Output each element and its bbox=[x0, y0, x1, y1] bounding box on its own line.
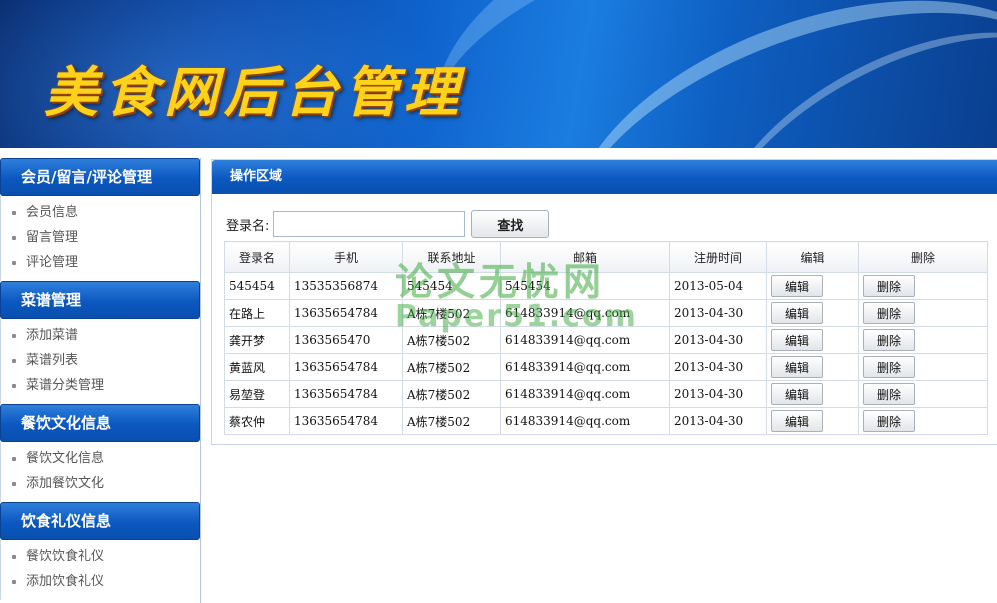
sidebar-item-add-recipe[interactable]: 添加菜谱 bbox=[1, 323, 200, 348]
cell-phone: 13635654784 bbox=[289, 380, 403, 408]
cell-email: 614833914@qq.com bbox=[500, 299, 670, 327]
edit-button[interactable]: 编辑 bbox=[771, 356, 823, 378]
sidebar-group-recipes: 菜谱管理 添加菜谱 菜谱列表 菜谱分类管理 bbox=[0, 281, 200, 404]
cell-phone: 13535356874 bbox=[289, 272, 403, 300]
cell-address: 545454 bbox=[402, 272, 501, 300]
column-header: 删除 bbox=[858, 241, 988, 273]
sidebar-item-etiquette[interactable]: 餐饮饮食礼仪 bbox=[1, 544, 200, 569]
table-body: 545454 13535356874 545454 545454 2013-05-04 编… bbox=[224, 272, 988, 435]
edit-button[interactable]: 编辑 bbox=[771, 275, 823, 297]
header-banner: 美食网后台管理 bbox=[0, 0, 997, 148]
delete-button[interactable]: 删除 bbox=[863, 329, 915, 351]
column-header: 手机 bbox=[289, 241, 403, 273]
sidebar-item-recipe-categories[interactable]: 菜谱分类管理 bbox=[1, 373, 200, 398]
sidebar-item-add-etiquette[interactable]: 添加饮食礼仪 bbox=[1, 569, 200, 594]
cell-login-name: 黄蓝风 bbox=[224, 353, 290, 381]
table-row: 龚开梦 1363565470 A栋7楼502 614833914@qq.com 2013… bbox=[224, 326, 988, 354]
search-button[interactable]: 查找 bbox=[471, 210, 550, 238]
sidebar: 会员/留言/评论管理 会员信息 留言管理 评论管理 菜谱管理 添加菜谱 菜谱列表… bbox=[0, 158, 201, 603]
cell-edit: 编辑 bbox=[766, 380, 859, 408]
sidebar-group-title[interactable]: 会员/留言/评论管理 bbox=[0, 158, 200, 196]
panel-title: 操作区域 bbox=[212, 160, 997, 194]
cell-address: A栋7楼502 bbox=[402, 326, 501, 354]
cell-phone: 1363565470 bbox=[289, 326, 403, 354]
cell-login-name: 545454 bbox=[224, 272, 290, 300]
cell-login-name: 龚开梦 bbox=[224, 326, 290, 354]
sidebar-item-recipe-list[interactable]: 菜谱列表 bbox=[1, 348, 200, 373]
delete-button[interactable]: 删除 bbox=[863, 302, 915, 324]
sidebar-item-comments[interactable]: 评论管理 bbox=[1, 250, 200, 275]
sidebar-item-add-food-culture[interactable]: 添加餐饮文化 bbox=[1, 471, 200, 496]
cell-edit: 编辑 bbox=[766, 299, 859, 327]
cell-login-name: 蔡农仲 bbox=[224, 407, 290, 435]
table-row: 易堃登 13635654784 A栋7楼502 614833914@qq.com 201… bbox=[224, 380, 988, 408]
delete-button[interactable]: 删除 bbox=[863, 356, 915, 378]
cell-delete: 删除 bbox=[858, 407, 988, 435]
edit-button[interactable]: 编辑 bbox=[771, 302, 823, 324]
cell-edit: 编辑 bbox=[766, 407, 859, 435]
cell-edit: 编辑 bbox=[766, 326, 859, 354]
delete-button[interactable]: 删除 bbox=[863, 275, 915, 297]
cell-delete: 删除 bbox=[858, 326, 988, 354]
table-header-row: 登录名 手机 联系地址 邮箱 注册时间 编辑 删除 bbox=[224, 241, 988, 273]
cell-phone: 13635654784 bbox=[289, 407, 403, 435]
search-input[interactable] bbox=[273, 211, 466, 237]
cell-edit: 编辑 bbox=[766, 353, 859, 381]
table-row: 545454 13535356874 545454 545454 2013-05-04 编… bbox=[224, 272, 988, 300]
column-header: 联系地址 bbox=[402, 241, 501, 273]
cell-register-date: 2013-04-30 bbox=[669, 353, 767, 381]
sidebar-item-food-culture[interactable]: 餐饮文化信息 bbox=[1, 446, 200, 471]
sidebar-item-messages[interactable]: 留言管理 bbox=[1, 225, 200, 250]
search-bar: 登录名: 查找 bbox=[226, 209, 550, 239]
cell-delete: 删除 bbox=[858, 299, 988, 327]
edit-button[interactable]: 编辑 bbox=[771, 410, 823, 432]
sidebar-group-title[interactable]: 饮食礼仪信息 bbox=[0, 502, 200, 540]
cell-email: 614833914@qq.com bbox=[500, 380, 670, 408]
column-header: 注册时间 bbox=[669, 241, 767, 273]
cell-delete: 删除 bbox=[858, 353, 988, 381]
cell-register-date: 2013-04-30 bbox=[669, 380, 767, 408]
sidebar-group-food-culture: 餐饮文化信息 餐饮文化信息 添加餐饮文化 bbox=[0, 404, 200, 502]
cell-register-date: 2013-04-30 bbox=[669, 326, 767, 354]
delete-button[interactable]: 删除 bbox=[863, 410, 915, 432]
site-title: 美食网后台管理 bbox=[44, 60, 464, 124]
sidebar-group-member: 会员/留言/评论管理 会员信息 留言管理 评论管理 bbox=[0, 158, 200, 281]
member-table: 登录名 手机 联系地址 邮箱 注册时间 编辑 删除 545454 13535356… bbox=[224, 241, 988, 435]
cell-email: 545454 bbox=[500, 272, 670, 300]
column-header: 登录名 bbox=[224, 241, 290, 273]
cell-edit: 编辑 bbox=[766, 272, 859, 300]
sidebar-group-title[interactable]: 餐饮文化信息 bbox=[0, 404, 200, 442]
sidebar-group-etiquette: 饮食礼仪信息 餐饮饮食礼仪 添加饮食礼仪 bbox=[0, 502, 200, 600]
table-row: 在路上 13635654784 A栋7楼502 614833914@qq.com 201… bbox=[224, 299, 988, 327]
edit-button[interactable]: 编辑 bbox=[771, 383, 823, 405]
cell-email: 614833914@qq.com bbox=[500, 353, 670, 381]
column-header: 邮箱 bbox=[500, 241, 670, 273]
cell-delete: 删除 bbox=[858, 272, 988, 300]
cell-address: A栋7楼502 bbox=[402, 299, 501, 327]
search-label: 登录名: bbox=[226, 218, 270, 234]
edit-button[interactable]: 编辑 bbox=[771, 329, 823, 351]
cell-address: A栋7楼502 bbox=[402, 380, 501, 408]
delete-button[interactable]: 删除 bbox=[863, 383, 915, 405]
table-row: 黄蓝风 13635654784 A栋7楼502 614833914@qq.com 201… bbox=[224, 353, 988, 381]
cell-delete: 删除 bbox=[858, 380, 988, 408]
table-row: 蔡农仲 13635654784 A栋7楼502 614833914@qq.com 201… bbox=[224, 407, 988, 435]
column-header: 编辑 bbox=[766, 241, 859, 273]
cell-email: 614833914@qq.com bbox=[500, 407, 670, 435]
cell-login-name: 易堃登 bbox=[224, 380, 290, 408]
cell-address: A栋7楼502 bbox=[402, 407, 501, 435]
cell-login-name: 在路上 bbox=[224, 299, 290, 327]
cell-register-date: 2013-05-04 bbox=[669, 272, 767, 300]
cell-email: 614833914@qq.com bbox=[500, 326, 670, 354]
sidebar-item-member-info[interactable]: 会员信息 bbox=[1, 200, 200, 225]
cell-phone: 13635654784 bbox=[289, 353, 403, 381]
sidebar-group-title[interactable]: 菜谱管理 bbox=[0, 281, 200, 319]
cell-register-date: 2013-04-30 bbox=[669, 407, 767, 435]
cell-address: A栋7楼502 bbox=[402, 353, 501, 381]
cell-phone: 13635654784 bbox=[289, 299, 403, 327]
operation-panel: 操作区域 登录名: 查找 登录名 手机 联系地址 邮箱 注册时间 编辑 删除 5… bbox=[211, 159, 997, 445]
cell-register-date: 2013-04-30 bbox=[669, 299, 767, 327]
